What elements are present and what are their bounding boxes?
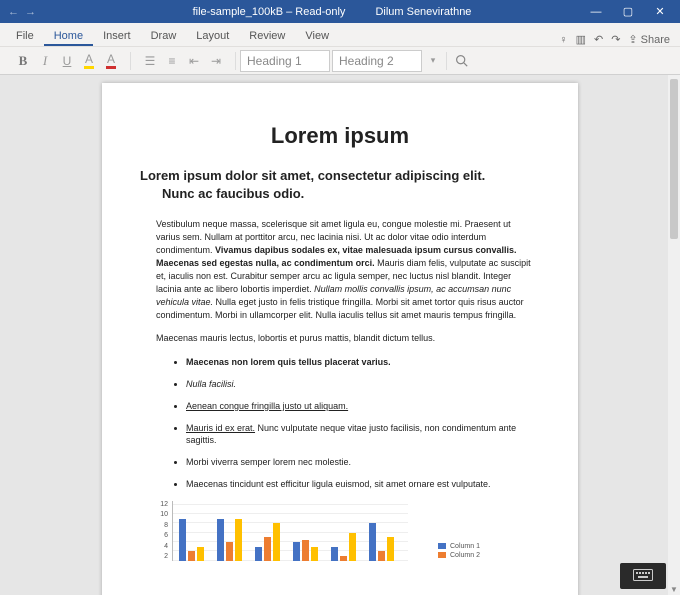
close-button[interactable]: ✕ <box>644 0 676 23</box>
chart: 12108642 Column 1Column 2 <box>140 501 540 561</box>
menubar: File Home Insert Draw Layout Review View… <box>0 23 680 47</box>
doc-title: Lorem ipsum <box>140 123 540 149</box>
document-canvas: Lorem ipsum Lorem ipsum dolor sit amet, … <box>0 75 680 595</box>
list-item-text-u: Mauris id ex erat. <box>186 423 255 433</box>
minimize-button[interactable]: — <box>580 0 612 23</box>
italic-button[interactable]: I <box>36 52 54 70</box>
list-item: Nulla facilisi. <box>186 378 540 390</box>
maximize-button[interactable]: ▢ <box>612 0 644 23</box>
highlight-button[interactable]: A <box>80 52 98 70</box>
chart-plot: 12108642 <box>168 501 408 561</box>
titlebar-left: ← → <box>4 6 84 18</box>
window-title: file-sample_100kB – Read-only <box>193 6 346 18</box>
tab-review[interactable]: Review <box>239 26 295 46</box>
redo-icon[interactable]: ↷ <box>611 33 620 46</box>
chart-legend: Column 1Column 2 <box>438 543 480 561</box>
list-item: Maecenas tincidunt est efficitur ligula … <box>186 478 540 490</box>
doc-para-2: Maecenas mauris lectus, lobortis et puru… <box>140 332 540 345</box>
user-name: Dilum Senevirathne <box>375 6 471 18</box>
list-item: Mauris id ex erat. Nunc vulputate neque … <box>186 422 540 446</box>
tab-view[interactable]: View <box>295 26 339 46</box>
number-list-button[interactable]: ≡ <box>163 52 181 70</box>
titlebar: ← → file-sample_100kB – Read-only Dilum … <box>0 0 680 23</box>
chart-plot-inner <box>172 501 408 561</box>
doc-para-1: Vestibulum neque massa, scelerisque sit … <box>140 218 540 322</box>
list-item-text: Maecenas non lorem quis tellus placerat … <box>186 357 391 367</box>
tab-file[interactable]: File <box>6 26 44 46</box>
doc-list: Maecenas non lorem quis tellus placerat … <box>140 356 540 491</box>
reading-icon[interactable]: ▥ <box>576 33 586 46</box>
tab-home[interactable]: Home <box>44 26 93 46</box>
doc-subtitle-line2: Nunc ac faucibus odio. <box>140 185 540 203</box>
search-icon <box>455 54 468 67</box>
document-page[interactable]: Lorem ipsum Lorem ipsum dolor sit amet, … <box>102 83 578 595</box>
chart-yaxis: 12108642 <box>156 501 168 561</box>
touch-keyboard-button[interactable] <box>620 563 666 589</box>
share-label: Share <box>641 34 670 46</box>
keyboard-icon <box>633 569 653 583</box>
find-button[interactable] <box>451 50 471 72</box>
font-color-button[interactable]: A <box>102 52 120 70</box>
undo-icon[interactable]: ↶ <box>594 33 603 46</box>
list-item-text: Nulla facilisi. <box>186 379 236 389</box>
ribbon: B I U A A ☰ ≡ ⇤ ⇥ Heading 1 Heading 2 ▾ <box>0 47 680 75</box>
back-icon[interactable]: ← <box>8 6 19 18</box>
underline-button[interactable]: U <box>58 52 76 70</box>
list-item: Aenean congue fringilla justo ut aliquam… <box>186 400 540 412</box>
tab-draw[interactable]: Draw <box>141 26 187 46</box>
tab-layout[interactable]: Layout <box>186 26 239 46</box>
list-item: Morbi viverra semper lorem nec molestie. <box>186 456 540 468</box>
list-item-text: Aenean congue fringilla justo ut aliquam… <box>186 401 348 411</box>
scroll-down-icon[interactable]: ▼ <box>668 583 680 595</box>
outdent-button[interactable]: ⇤ <box>185 52 203 70</box>
list-item: Maecenas non lorem quis tellus placerat … <box>186 356 540 368</box>
lightbulb-icon[interactable]: ♀ <box>559 34 567 46</box>
bullet-list-button[interactable]: ☰ <box>141 52 159 70</box>
doc-subtitle: Lorem ipsum dolor sit amet, consectetur … <box>140 167 540 202</box>
indent-button[interactable]: ⇥ <box>207 52 225 70</box>
doc-subtitle-line1: Lorem ipsum dolor sit amet, consectetur … <box>140 168 485 183</box>
style-heading2[interactable]: Heading 2 <box>332 50 422 72</box>
share-button[interactable]: ⇪ Share <box>628 33 670 46</box>
scrollbar-thumb[interactable] <box>670 79 678 239</box>
forward-icon[interactable]: → <box>25 6 36 18</box>
tab-insert[interactable]: Insert <box>93 26 141 46</box>
vertical-scrollbar[interactable]: ▼ <box>668 75 680 595</box>
bold-button[interactable]: B <box>14 52 32 70</box>
share-icon: ⇪ <box>628 33 637 46</box>
style-heading1[interactable]: Heading 1 <box>240 50 330 72</box>
style-expand-icon[interactable]: ▾ <box>424 52 442 70</box>
